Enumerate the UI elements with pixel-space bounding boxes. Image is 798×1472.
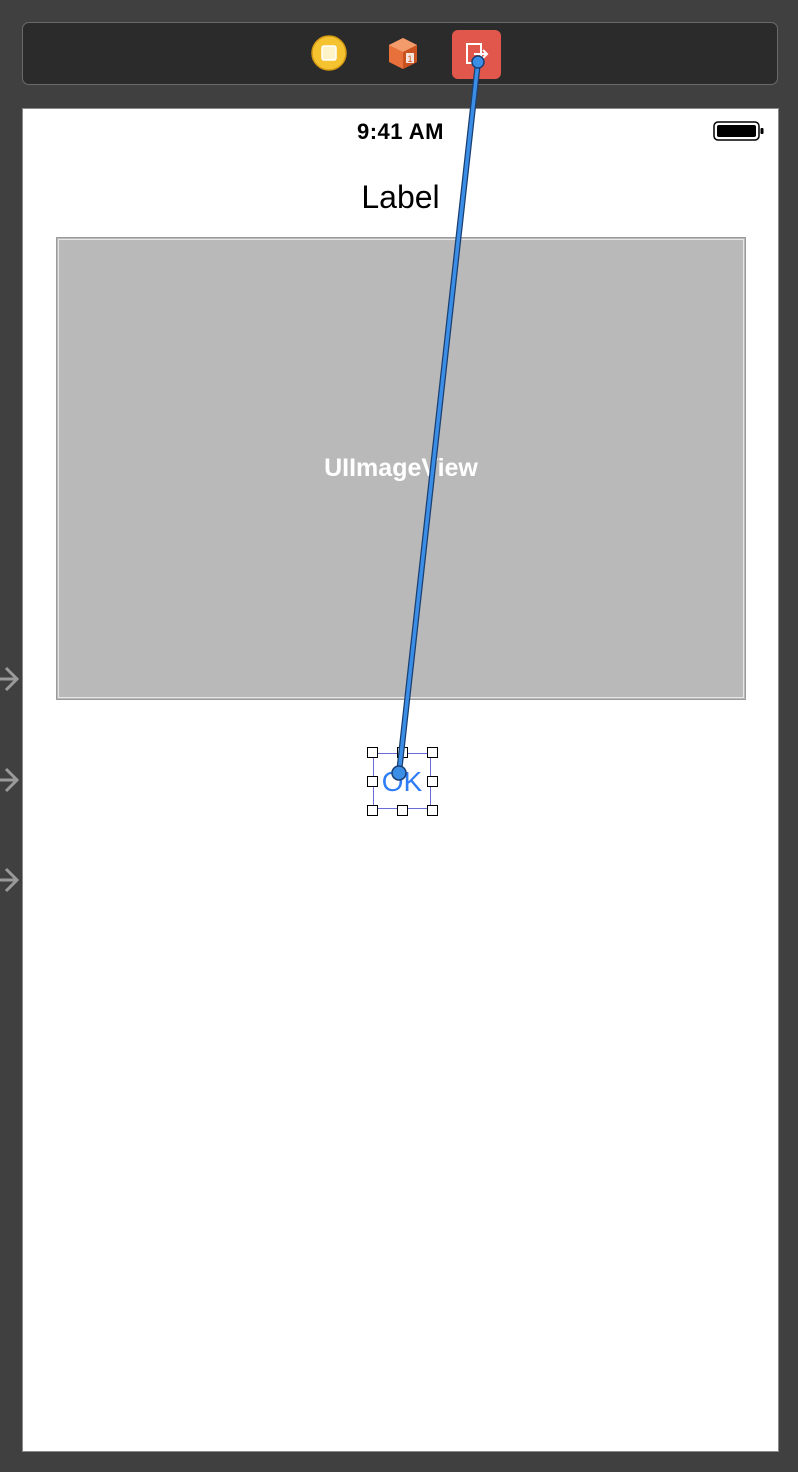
resize-handle[interactable] xyxy=(427,776,438,787)
scene-dock: 1 xyxy=(22,22,778,85)
ok-button[interactable]: OK xyxy=(367,747,438,816)
ok-button-label: OK xyxy=(381,766,423,797)
svg-text:1: 1 xyxy=(407,54,412,64)
view-controller-icon[interactable] xyxy=(309,33,349,73)
resize-handle[interactable] xyxy=(427,747,438,758)
resize-handle[interactable] xyxy=(397,747,408,758)
exit-icon[interactable] xyxy=(452,30,501,79)
segue-arrow-icon[interactable] xyxy=(0,662,20,696)
resize-handle[interactable] xyxy=(367,776,378,787)
resize-handle[interactable] xyxy=(397,805,408,816)
resize-handle[interactable] xyxy=(427,805,438,816)
status-bar-time: 9:41 AM xyxy=(356,119,445,144)
label-view[interactable]: Label xyxy=(23,179,778,216)
image-view-placeholder: UIImageView xyxy=(324,454,478,482)
segue-arrow-icon[interactable] xyxy=(0,763,20,797)
view-controller-canvas[interactable]: 9:41 AM Label UIImageView OK xyxy=(22,108,779,1452)
image-view[interactable]: UIImageView xyxy=(56,237,746,700)
resize-handle[interactable] xyxy=(367,805,378,816)
first-responder-cube-icon[interactable]: 1 xyxy=(383,33,423,73)
battery-icon xyxy=(713,121,764,141)
segue-arrow-icon[interactable] xyxy=(0,863,20,897)
resize-handle[interactable] xyxy=(367,747,378,758)
